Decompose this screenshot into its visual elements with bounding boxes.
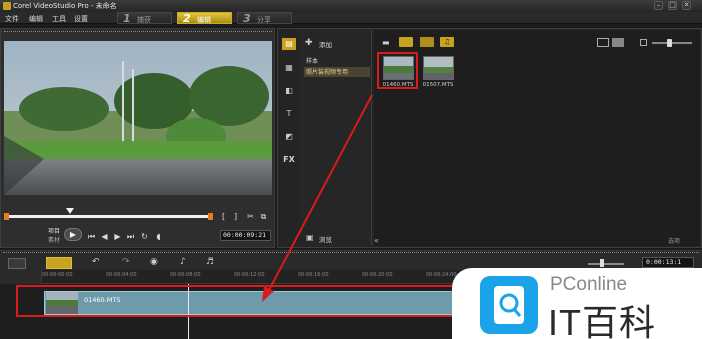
audio-filter-icon[interactable]: ♫ [440, 37, 454, 47]
watermark-logo-icon [480, 276, 538, 334]
filter-icon[interactable]: FX [282, 154, 296, 166]
trim-start-handle[interactable] [4, 213, 9, 220]
tab-edit-number: 2 [183, 12, 191, 25]
menu-edit[interactable]: 编辑 [29, 14, 43, 24]
next-frame-icon[interactable]: ▶ [113, 232, 122, 241]
ruler-labels: 00:00:00:00 00:00:04:00 00:00:08:00 00:00:1… [42, 272, 521, 282]
collapse-panel-button[interactable]: « [374, 236, 379, 245]
slider-knob[interactable] [667, 39, 672, 47]
window-title: Corel VideoStudio Pro - 未命名 [13, 2, 117, 10]
folder-icon[interactable]: ▬ [382, 38, 390, 47]
watermark-slogan: IT百科 [548, 302, 656, 339]
app-logo-icon [3, 2, 11, 10]
record-capture-icon[interactable]: ◉ [150, 257, 158, 267]
timeline-zoom-knob[interactable] [600, 259, 604, 267]
playback-scrubber[interactable] [6, 215, 211, 218]
end-icon[interactable]: ⏭ [126, 232, 135, 241]
ruler-tick-label: 00:00:00:00 [42, 272, 73, 278]
ruler-tick-label: 00:00:20:00 [362, 272, 393, 278]
browse-label[interactable]: 浏览 [319, 234, 332, 244]
close-button[interactable]: ✕ [682, 1, 691, 10]
graphics-icon[interactable]: ◩ [282, 131, 296, 143]
menu-bar [0, 12, 702, 24]
tab-capture[interactable]: 1 捕获 [117, 12, 172, 25]
tab-share[interactable]: 3 分享 [237, 12, 292, 25]
tab-capture-number: 1 [123, 12, 131, 25]
folder-item[interactable]: 样本 [304, 56, 370, 65]
video-frame-image [4, 41, 272, 195]
highlight-box-track [16, 285, 456, 317]
menu-settings[interactable]: 设置 [74, 14, 88, 24]
thumbnail-size-slider[interactable] [652, 42, 692, 44]
tab-edit-label: 编辑 [197, 16, 211, 24]
add-folder-label[interactable]: 添加 [319, 39, 332, 49]
minimize-button[interactable]: – [654, 1, 663, 10]
media-name: 01507.MTS [422, 82, 454, 88]
watermark: PConline IT百科 [452, 268, 702, 339]
auto-music-icon[interactable]: ♬ [206, 257, 214, 267]
split-clip-icon[interactable]: ✂ [246, 212, 255, 221]
options-button[interactable]: 选项 [668, 236, 680, 245]
media-category-icon[interactable]: ▤ [282, 38, 296, 50]
photo-filter-icon[interactable] [420, 37, 434, 47]
browse-icon[interactable]: ▣ [306, 233, 314, 242]
mode-project[interactable]: 项目 [48, 226, 60, 235]
panel-grip[interactable] [4, 31, 272, 33]
title-icon[interactable]: T [282, 108, 296, 120]
redo-icon[interactable]: ↷ [122, 257, 130, 267]
highlight-box-media [377, 52, 418, 89]
instant-project-icon[interactable]: ▦ [282, 62, 296, 74]
home-icon[interactable]: ⏮ [87, 232, 96, 241]
ruler-tick-label: 00:00:08:00 [170, 272, 201, 278]
watermark-brand: PConline [550, 274, 628, 295]
storyboard-view-icon[interactable] [8, 258, 26, 269]
timeline-view-icon[interactable] [46, 257, 72, 269]
ruler-tick-label: 00:00:24:00 [426, 272, 457, 278]
tab-share-number: 3 [243, 12, 251, 25]
tab-share-label: 分享 [257, 16, 271, 24]
mode-clip[interactable]: 素材 [48, 235, 60, 244]
tab-capture-label: 捕获 [137, 16, 151, 24]
ruler-tick-label: 00:00:04:00 [106, 272, 137, 278]
add-folder-icon[interactable]: ✚ [305, 38, 313, 48]
list-view-icon[interactable] [597, 38, 609, 47]
sound-mixer-icon[interactable]: ♪ [180, 257, 186, 267]
mark-out-button[interactable]: ] [231, 212, 240, 221]
playhead-marker[interactable] [66, 208, 74, 214]
timeline-timecode[interactable]: 0:00:13:1 [642, 257, 694, 268]
play-button[interactable]: ▶ [64, 228, 82, 241]
volume-icon[interactable]: ◖ [154, 232, 163, 241]
video-filter-icon[interactable] [399, 37, 413, 47]
transition-icon[interactable]: ◧ [282, 85, 296, 97]
tab-edit[interactable]: 2 编辑 [177, 12, 232, 25]
folder-item-selected[interactable]: 照片装视频专用 [304, 67, 370, 77]
media-thumbnail[interactable] [423, 56, 454, 80]
ruler-tick-label: 00:00:12:00 [234, 272, 265, 278]
enlarge-icon[interactable]: ⧉ [259, 212, 268, 221]
thumbnail-view-icon[interactable] [612, 38, 624, 47]
undo-icon[interactable]: ↶ [92, 257, 100, 267]
video-preview [4, 41, 272, 195]
trim-end-handle[interactable] [208, 213, 213, 220]
maximize-button[interactable]: □ [668, 1, 677, 10]
previous-frame-icon[interactable]: ◀ [100, 232, 109, 241]
panel-grip[interactable] [3, 252, 699, 254]
repeat-icon[interactable]: ↻ [140, 232, 149, 241]
mark-in-button[interactable]: [ [219, 212, 228, 221]
ruler-tick-label: 00:00:16:00 [298, 272, 329, 278]
menu-tools[interactable]: 工具 [52, 14, 66, 24]
timeline-zoom-slider[interactable] [588, 263, 624, 265]
menu-file[interactable]: 文件 [5, 14, 19, 24]
preview-timecode[interactable]: 00:00:09:21 [220, 230, 271, 241]
zoom-out-icon[interactable] [640, 39, 647, 46]
